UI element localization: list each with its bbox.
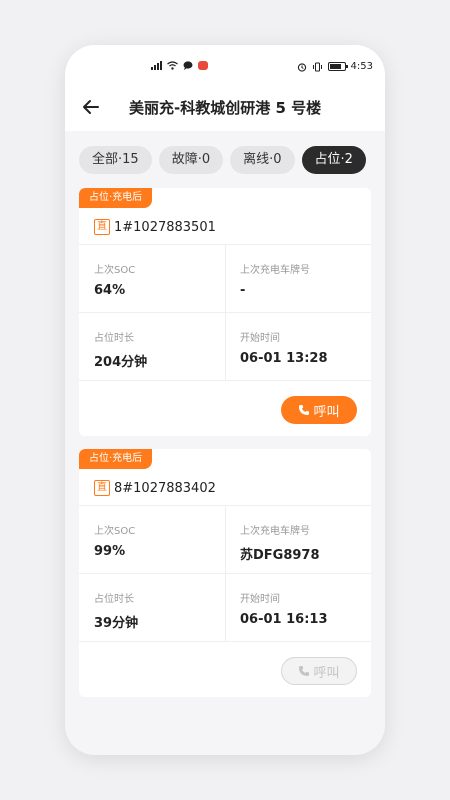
tab-all[interactable]: 全部·15 bbox=[79, 146, 152, 174]
status-badge: 占位·充电后 bbox=[79, 449, 153, 469]
phone-screen: 4:53 美丽充-科教城创研港 5 号楼 全部·15 故障·0 离线·0 占位·… bbox=[65, 45, 385, 755]
page-title: 美丽充-科教城创研港 5 号楼 bbox=[129, 99, 322, 117]
phone-icon bbox=[299, 666, 310, 676]
divider bbox=[79, 312, 371, 313]
start-time-cell: 开始时间 06-01 16:13 bbox=[240, 590, 371, 627]
divider bbox=[79, 641, 371, 642]
header: 4:53 美丽充-科教城创研港 5 号楼 bbox=[65, 45, 385, 131]
alarm-icon bbox=[297, 62, 306, 72]
tab-offline[interactable]: 离线·0 bbox=[230, 146, 295, 174]
divider bbox=[79, 573, 371, 574]
plate-label: 上次充电车牌号 bbox=[240, 265, 310, 276]
status-indicators-right: 4:53 bbox=[297, 61, 373, 72]
start-time-label: 开始时间 bbox=[240, 594, 280, 605]
dc-type-tag: 直 bbox=[94, 480, 110, 496]
status-time: 4:53 bbox=[350, 61, 373, 72]
tab-fault[interactable]: 故障·0 bbox=[158, 146, 224, 174]
soc-value: 64% bbox=[94, 283, 126, 298]
message-icon bbox=[183, 61, 193, 70]
tab-occupied[interactable]: 占位·2 bbox=[301, 146, 366, 174]
soc-cell: 上次SOC 64% bbox=[94, 261, 234, 298]
status-bar: 4:53 bbox=[65, 59, 385, 79]
soc-label: 上次SOC bbox=[94, 265, 136, 276]
start-time-label: 开始时间 bbox=[240, 333, 280, 344]
call-button[interactable]: 呼叫 bbox=[281, 396, 357, 424]
app-notification-icon bbox=[198, 61, 208, 70]
start-time-value: 06-01 16:13 bbox=[240, 612, 328, 627]
duration-cell: 占位时长 204分钟 bbox=[94, 329, 234, 370]
filter-tabs: 全部·15 故障·0 离线·0 占位·2 bbox=[79, 146, 366, 174]
duration-value: 204分钟 bbox=[94, 355, 148, 370]
battery-icon bbox=[327, 62, 348, 71]
duration-label: 占位时长 bbox=[94, 333, 134, 344]
plate-cell: 上次充电车牌号 - bbox=[240, 261, 371, 298]
charger-card: 占位·充电后 直 1#1027883501 上次SOC 64% 上次充电车牌号 … bbox=[79, 188, 371, 436]
dc-type-tag: 直 bbox=[94, 219, 110, 235]
charger-row: 直 1#1027883501 bbox=[94, 219, 216, 235]
soc-label: 上次SOC bbox=[94, 526, 136, 537]
charger-id: 1#1027883501 bbox=[114, 219, 216, 235]
soc-cell: 上次SOC 99% bbox=[94, 522, 234, 559]
plate-value: - bbox=[240, 283, 246, 298]
plate-label: 上次充电车牌号 bbox=[240, 526, 310, 537]
phone-icon bbox=[299, 405, 310, 415]
duration-cell: 占位时长 39分钟 bbox=[94, 590, 234, 631]
duration-value: 39分钟 bbox=[94, 616, 139, 631]
call-button[interactable]: 呼叫 bbox=[281, 657, 357, 685]
start-time-cell: 开始时间 06-01 13:28 bbox=[240, 329, 371, 366]
start-time-value: 06-01 13:28 bbox=[240, 351, 328, 366]
plate-value: 苏DFG8978 bbox=[240, 548, 320, 563]
plate-cell: 上次充电车牌号 苏DFG8978 bbox=[240, 522, 371, 563]
soc-value: 99% bbox=[94, 544, 126, 559]
back-arrow-icon[interactable] bbox=[79, 95, 103, 119]
call-label: 呼叫 bbox=[313, 404, 340, 420]
vibrate-icon bbox=[312, 62, 322, 71]
nav-bar: 美丽充-科教城创研港 5 号楼 bbox=[65, 89, 385, 125]
status-indicators-left bbox=[151, 61, 208, 70]
charger-id: 8#1027883402 bbox=[114, 480, 216, 496]
divider bbox=[79, 380, 371, 381]
charger-card: 占位·充电后 直 8#1027883402 上次SOC 99% 上次充电车牌号 … bbox=[79, 449, 371, 697]
wifi-icon bbox=[167, 61, 178, 70]
status-badge: 占位·充电后 bbox=[79, 188, 153, 208]
call-label: 呼叫 bbox=[313, 665, 340, 681]
charger-row: 直 8#1027883402 bbox=[94, 480, 216, 496]
signal-icon bbox=[151, 61, 162, 70]
duration-label: 占位时长 bbox=[94, 594, 134, 605]
